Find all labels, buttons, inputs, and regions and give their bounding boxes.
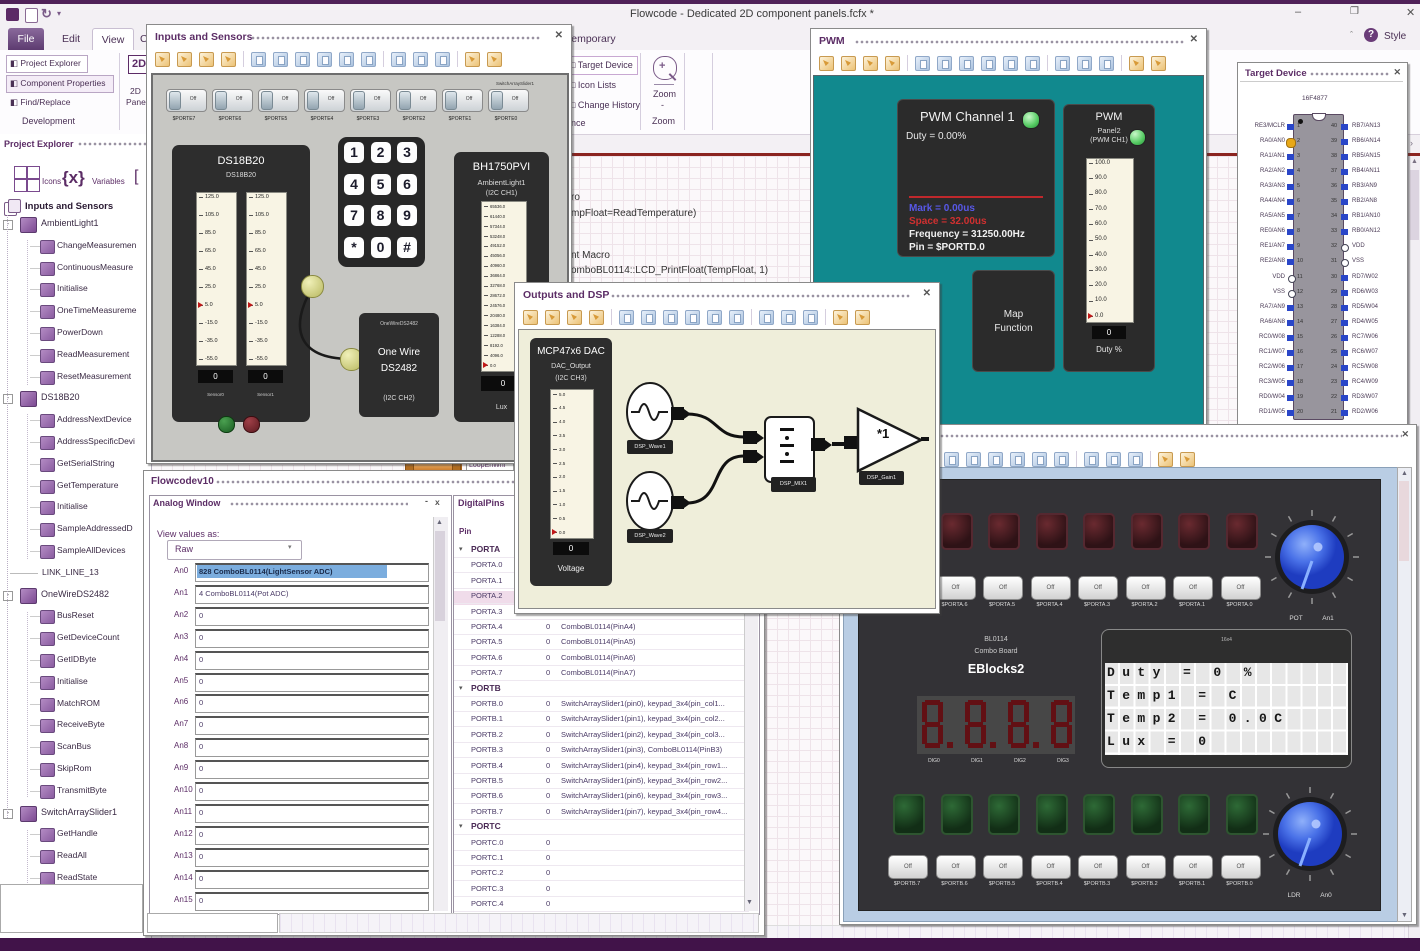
svg-text:*1: *1 — [877, 426, 889, 441]
